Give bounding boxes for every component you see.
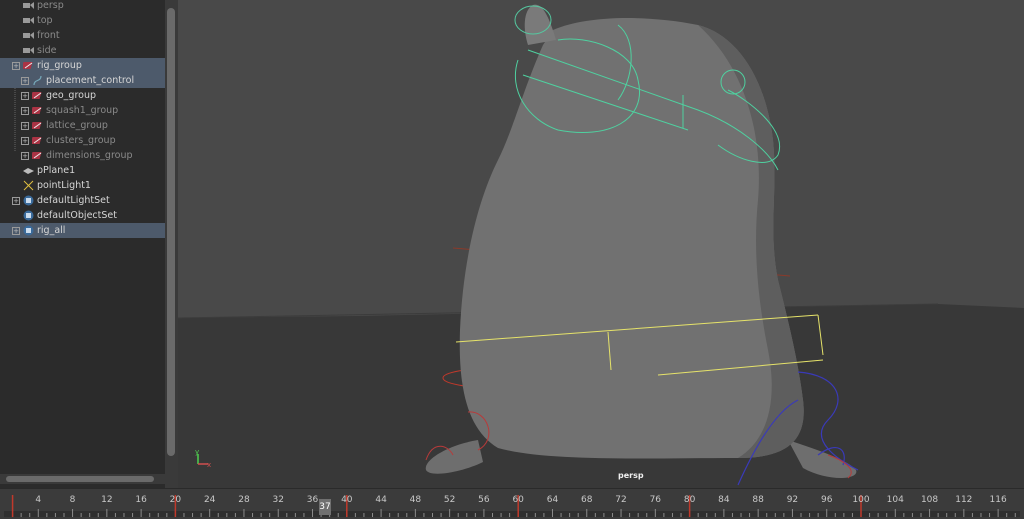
- outliner-item-pointlight1[interactable]: pointLight1: [0, 178, 165, 193]
- frame-tick-label: 52: [443, 495, 456, 505]
- frame-tick-label: 48: [409, 495, 422, 505]
- outliner-item-label: geo_group: [46, 90, 97, 101]
- outliner-item-clusters-group[interactable]: + clusters_group: [0, 133, 165, 148]
- outliner-item-label: defaultLightSet: [37, 195, 110, 206]
- expand-icon[interactable]: +: [21, 107, 29, 115]
- frame-tick-label: 80: [683, 495, 696, 505]
- mesh-icon: [23, 165, 34, 176]
- set-icon: [23, 210, 34, 221]
- outliner-item-label: lattice_group: [46, 120, 108, 131]
- group-icon: [30, 120, 43, 131]
- outliner-item-rig-all[interactable]: + rig_all: [0, 223, 165, 238]
- frame-tick-label: 112: [955, 495, 973, 505]
- frame-tick-label: 116: [989, 495, 1007, 505]
- outliner-item-label: front: [37, 30, 60, 41]
- group-icon: [30, 150, 43, 161]
- frame-tick-label: 12: [101, 495, 113, 505]
- outliner-panel: persp top front side + rig_group + placement_co…: [0, 0, 178, 488]
- frame-tick-label: 4: [35, 495, 42, 505]
- expand-icon[interactable]: +: [21, 137, 29, 145]
- expand-icon[interactable]: +: [21, 92, 29, 100]
- outliner-item-pplane1[interactable]: pPlane1: [0, 163, 165, 178]
- outliner-item-defaultlightset[interactable]: + defaultLightSet: [0, 193, 165, 208]
- frame-tick-label: 44: [375, 495, 387, 505]
- frame-tick-label: 72: [615, 495, 627, 505]
- outliner-scroll-thumb[interactable]: [167, 8, 175, 456]
- frame-tick-label: 56: [478, 495, 490, 505]
- outliner-vertical-scrollbar[interactable]: [165, 0, 178, 488]
- outliner-item-lattice-group[interactable]: + lattice_group: [0, 118, 165, 133]
- group-icon: [21, 60, 34, 71]
- frame-tick-label: 96: [820, 495, 833, 505]
- frame-tick-label: 64: [546, 495, 559, 505]
- outliner-item-placement-control[interactable]: + placement_control: [0, 73, 165, 88]
- frame-tick-label: 28: [238, 495, 250, 505]
- frame-tick-label: 16: [135, 495, 147, 505]
- outliner-item-rig-group[interactable]: + rig_group: [0, 58, 165, 73]
- camera-name-label: persp: [618, 471, 644, 480]
- group-icon: [30, 90, 43, 101]
- frame-tick-label: 20: [169, 495, 182, 505]
- expand-icon[interactable]: +: [21, 77, 29, 85]
- camera-icon: [23, 0, 34, 11]
- outliner-horizontal-scrollbar[interactable]: [0, 474, 165, 484]
- outliner-item-label: rig_group: [37, 60, 82, 71]
- expand-icon[interactable]: +: [21, 152, 29, 160]
- frame-tick-label: 84: [718, 495, 730, 505]
- outliner-item-label: top: [37, 15, 53, 26]
- axis-y-label: y: [195, 448, 199, 456]
- frame-tick-label: 68: [581, 495, 593, 505]
- expand-icon[interactable]: +: [12, 62, 20, 70]
- axis-x-label: x: [207, 461, 211, 469]
- set-icon: [23, 195, 34, 206]
- frame-tick-label: 92: [786, 495, 799, 505]
- frame-tick-label: 76: [649, 495, 662, 505]
- frame-tick-label: 100: [852, 495, 870, 505]
- group-icon: [30, 135, 43, 146]
- camera-icon: [23, 45, 34, 56]
- current-frame-indicator[interactable]: 37: [319, 499, 331, 515]
- group-icon: [30, 105, 43, 116]
- camera-icon: [23, 15, 34, 26]
- outliner-item-top[interactable]: top: [0, 13, 165, 28]
- outliner-item-dimensions-group[interactable]: + dimensions_group: [0, 148, 165, 163]
- frame-tick-label: 88: [752, 495, 764, 505]
- viewport-persp[interactable]: y x persp: [178, 0, 1024, 488]
- camera-icon: [23, 30, 34, 41]
- frame-tick-label: 8: [69, 495, 76, 505]
- outliner-item-squash1-group[interactable]: + squash1_group: [0, 103, 165, 118]
- outliner-item-side[interactable]: side: [0, 43, 165, 58]
- outliner-item-label: dimensions_group: [46, 150, 133, 161]
- curve-icon: [32, 75, 43, 86]
- light-icon: [23, 180, 34, 191]
- outliner-item-label: placement_control: [46, 75, 135, 86]
- frame-tick-label: 24: [203, 495, 216, 505]
- set-icon: [23, 225, 34, 236]
- outliner-item-label: persp: [37, 0, 64, 11]
- time-slider[interactable]: 4 8 12 16 20 24 28 32 36 40 44 48 52 56 60 64 68 72 76 80 84…: [0, 488, 1024, 519]
- frame-tick-label: 108: [920, 495, 939, 505]
- outliner-item-label: clusters_group: [46, 135, 116, 146]
- outliner-hscroll-thumb[interactable]: [6, 476, 154, 482]
- outliner-item-persp[interactable]: persp: [0, 0, 165, 13]
- expand-icon[interactable]: +: [21, 122, 29, 130]
- frame-tick-label: 40: [341, 495, 353, 505]
- frame-tick-label: 60: [512, 495, 524, 505]
- frame-tick-label: 36: [306, 495, 319, 505]
- outliner-item-defaultobjectset[interactable]: defaultObjectSet: [0, 208, 165, 223]
- frame-tick-label: 104: [886, 495, 904, 505]
- expand-icon[interactable]: +: [12, 197, 20, 205]
- outliner-item-geo-group[interactable]: + geo_group: [0, 88, 165, 103]
- outliner-item-label: pPlane1: [37, 165, 76, 176]
- outliner-item-label: rig_all: [37, 225, 66, 236]
- character-horn: [524, 4, 556, 46]
- outliner-item-label: defaultObjectSet: [37, 210, 117, 221]
- outliner-item-label: squash1_group: [46, 105, 119, 116]
- outliner-item-label: pointLight1: [37, 180, 91, 191]
- outliner-item-front[interactable]: front: [0, 28, 165, 43]
- expand-icon[interactable]: +: [12, 227, 20, 235]
- frame-tick-label: 32: [272, 495, 284, 505]
- outliner-item-label: side: [37, 45, 57, 56]
